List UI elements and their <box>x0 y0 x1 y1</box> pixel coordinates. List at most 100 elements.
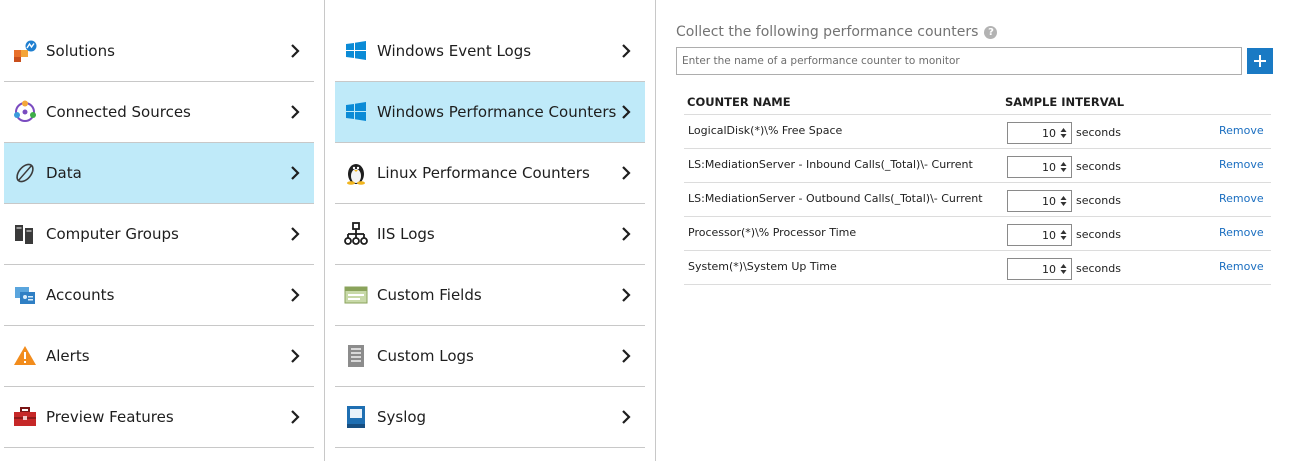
data-menu: Windows Event Logs Windows Performance C… <box>335 21 645 448</box>
menu-item-label: Preview Features <box>46 408 174 426</box>
linux-penguin-icon <box>343 160 369 186</box>
computer-groups-icon <box>12 221 38 247</box>
data-icon <box>12 160 38 186</box>
interval-unit: seconds <box>1076 262 1121 275</box>
column-header-counter-name: COUNTER NAME <box>687 95 791 109</box>
interval-unit: seconds <box>1076 228 1121 241</box>
spin-arrows-icon[interactable] <box>1058 260 1068 278</box>
menu-item-label: Windows Event Logs <box>377 42 532 60</box>
remove-link[interactable]: Remove <box>1219 124 1264 137</box>
menu-item-computer-groups[interactable]: Computer Groups <box>4 204 314 265</box>
table-row: LogicalDisk(*)\% Free Space 10 seconds R… <box>684 115 1271 149</box>
menu-item-label: Custom Fields <box>377 286 482 304</box>
menu-item-data[interactable]: Data <box>4 143 314 204</box>
accounts-icon <box>12 282 38 308</box>
custom-logs-icon <box>343 343 369 369</box>
settings-menu: Solutions Connected Sources Data Compute… <box>4 21 314 448</box>
interval-value[interactable]: 10 <box>1042 229 1056 242</box>
interval-stepper[interactable]: 10 <box>1007 190 1072 212</box>
spin-arrows-icon[interactable] <box>1058 124 1068 142</box>
menu-item-preview-features[interactable]: Preview Features <box>4 387 314 448</box>
panel-title-text: Collect the following performance counte… <box>676 24 979 40</box>
data-menu-column: Windows Event Logs Windows Performance C… <box>325 0 656 461</box>
counters-table: COUNTER NAME SAMPLE INTERVAL LogicalDisk… <box>684 90 1271 285</box>
table-row: LS:MediationServer - Outbound Calls(_Tot… <box>684 183 1271 217</box>
menu-item-label: Accounts <box>46 286 115 304</box>
interval-value[interactable]: 10 <box>1042 161 1056 174</box>
panel-title: Collect the following performance counte… <box>676 24 998 40</box>
chevron-right-icon <box>622 166 631 180</box>
performance-counters-panel: Collect the following performance counte… <box>656 0 1292 461</box>
menu-item-accounts[interactable]: Accounts <box>4 265 314 326</box>
chevron-right-icon <box>622 105 631 119</box>
interval-unit: seconds <box>1076 160 1121 173</box>
chevron-right-icon <box>291 44 300 58</box>
windows-logo-icon <box>343 38 369 64</box>
menu-item-syslog[interactable]: Syslog <box>335 387 645 448</box>
interval-stepper[interactable]: 10 <box>1007 122 1072 144</box>
chevron-right-icon <box>622 349 631 363</box>
interval-unit: seconds <box>1076 126 1121 139</box>
custom-fields-icon <box>343 282 369 308</box>
syslog-icon <box>343 404 369 430</box>
menu-item-label: Connected Sources <box>46 103 191 121</box>
chevron-right-icon <box>622 288 631 302</box>
spin-arrows-icon[interactable] <box>1058 226 1068 244</box>
counter-name: Processor(*)\% Processor Time <box>688 226 857 239</box>
menu-item-label: IIS Logs <box>377 225 435 243</box>
interval-value[interactable]: 10 <box>1042 195 1056 208</box>
menu-item-custom-logs[interactable]: Custom Logs <box>335 326 645 387</box>
menu-item-connected-sources[interactable]: Connected Sources <box>4 82 314 143</box>
interval-stepper[interactable]: 10 <box>1007 258 1072 280</box>
menu-item-iis-logs[interactable]: IIS Logs <box>335 204 645 265</box>
plus-icon <box>1254 55 1266 67</box>
help-icon[interactable]: ? <box>984 25 998 39</box>
remove-link[interactable]: Remove <box>1219 226 1264 239</box>
menu-item-label: Data <box>46 164 82 182</box>
interval-value[interactable]: 10 <box>1042 263 1056 276</box>
menu-item-custom-fields[interactable]: Custom Fields <box>335 265 645 326</box>
counter-name: LogicalDisk(*)\% Free Space <box>688 124 843 137</box>
menu-item-solutions[interactable]: Solutions <box>4 21 314 82</box>
chevron-right-icon <box>622 44 631 58</box>
chevron-right-icon <box>291 105 300 119</box>
menu-item-alerts[interactable]: Alerts <box>4 326 314 387</box>
column-header-sample-interval: SAMPLE INTERVAL <box>1005 95 1125 109</box>
remove-link[interactable]: Remove <box>1219 260 1264 273</box>
table-row: Processor(*)\% Processor Time 10 seconds… <box>684 217 1271 251</box>
chevron-right-icon <box>291 227 300 241</box>
alerts-icon <box>12 343 38 369</box>
windows-logo-icon <box>343 99 369 125</box>
menu-item-label: Syslog <box>377 408 427 426</box>
remove-link[interactable]: Remove <box>1219 192 1264 205</box>
interval-value[interactable]: 10 <box>1042 127 1056 140</box>
counter-search-input[interactable] <box>676 47 1242 75</box>
chevron-right-icon <box>622 410 631 424</box>
chevron-right-icon <box>291 410 300 424</box>
spin-arrows-icon[interactable] <box>1058 192 1068 210</box>
menu-item-label: Windows Performance Counters <box>377 103 617 121</box>
chevron-right-icon <box>291 166 300 180</box>
chevron-right-icon <box>291 349 300 363</box>
add-counter-button[interactable] <box>1247 48 1273 74</box>
preview-features-icon <box>12 404 38 430</box>
menu-item-label: Alerts <box>46 347 90 365</box>
counter-name: System(*)\System Up Time <box>688 260 837 273</box>
remove-link[interactable]: Remove <box>1219 158 1264 171</box>
counter-name: LS:MediationServer - Inbound Calls(_Tota… <box>688 158 973 171</box>
solutions-icon <box>12 38 38 64</box>
interval-stepper[interactable]: 10 <box>1007 224 1072 246</box>
menu-item-label: Solutions <box>46 42 115 60</box>
menu-item-label: Custom Logs <box>377 347 474 365</box>
chevron-right-icon <box>291 288 300 302</box>
table-row: System(*)\System Up Time 10 seconds Remo… <box>684 251 1271 285</box>
chevron-right-icon <box>622 227 631 241</box>
menu-item-windows-event-logs[interactable]: Windows Event Logs <box>335 21 645 82</box>
counter-name: LS:MediationServer - Outbound Calls(_Tot… <box>688 192 983 205</box>
menu-item-label: Computer Groups <box>46 225 179 243</box>
table-header: COUNTER NAME SAMPLE INTERVAL <box>684 90 1271 115</box>
spin-arrows-icon[interactable] <box>1058 158 1068 176</box>
menu-item-linux-performance-counters[interactable]: Linux Performance Counters <box>335 143 645 204</box>
menu-item-windows-performance-counters[interactable]: Windows Performance Counters <box>335 82 645 143</box>
interval-stepper[interactable]: 10 <box>1007 156 1072 178</box>
